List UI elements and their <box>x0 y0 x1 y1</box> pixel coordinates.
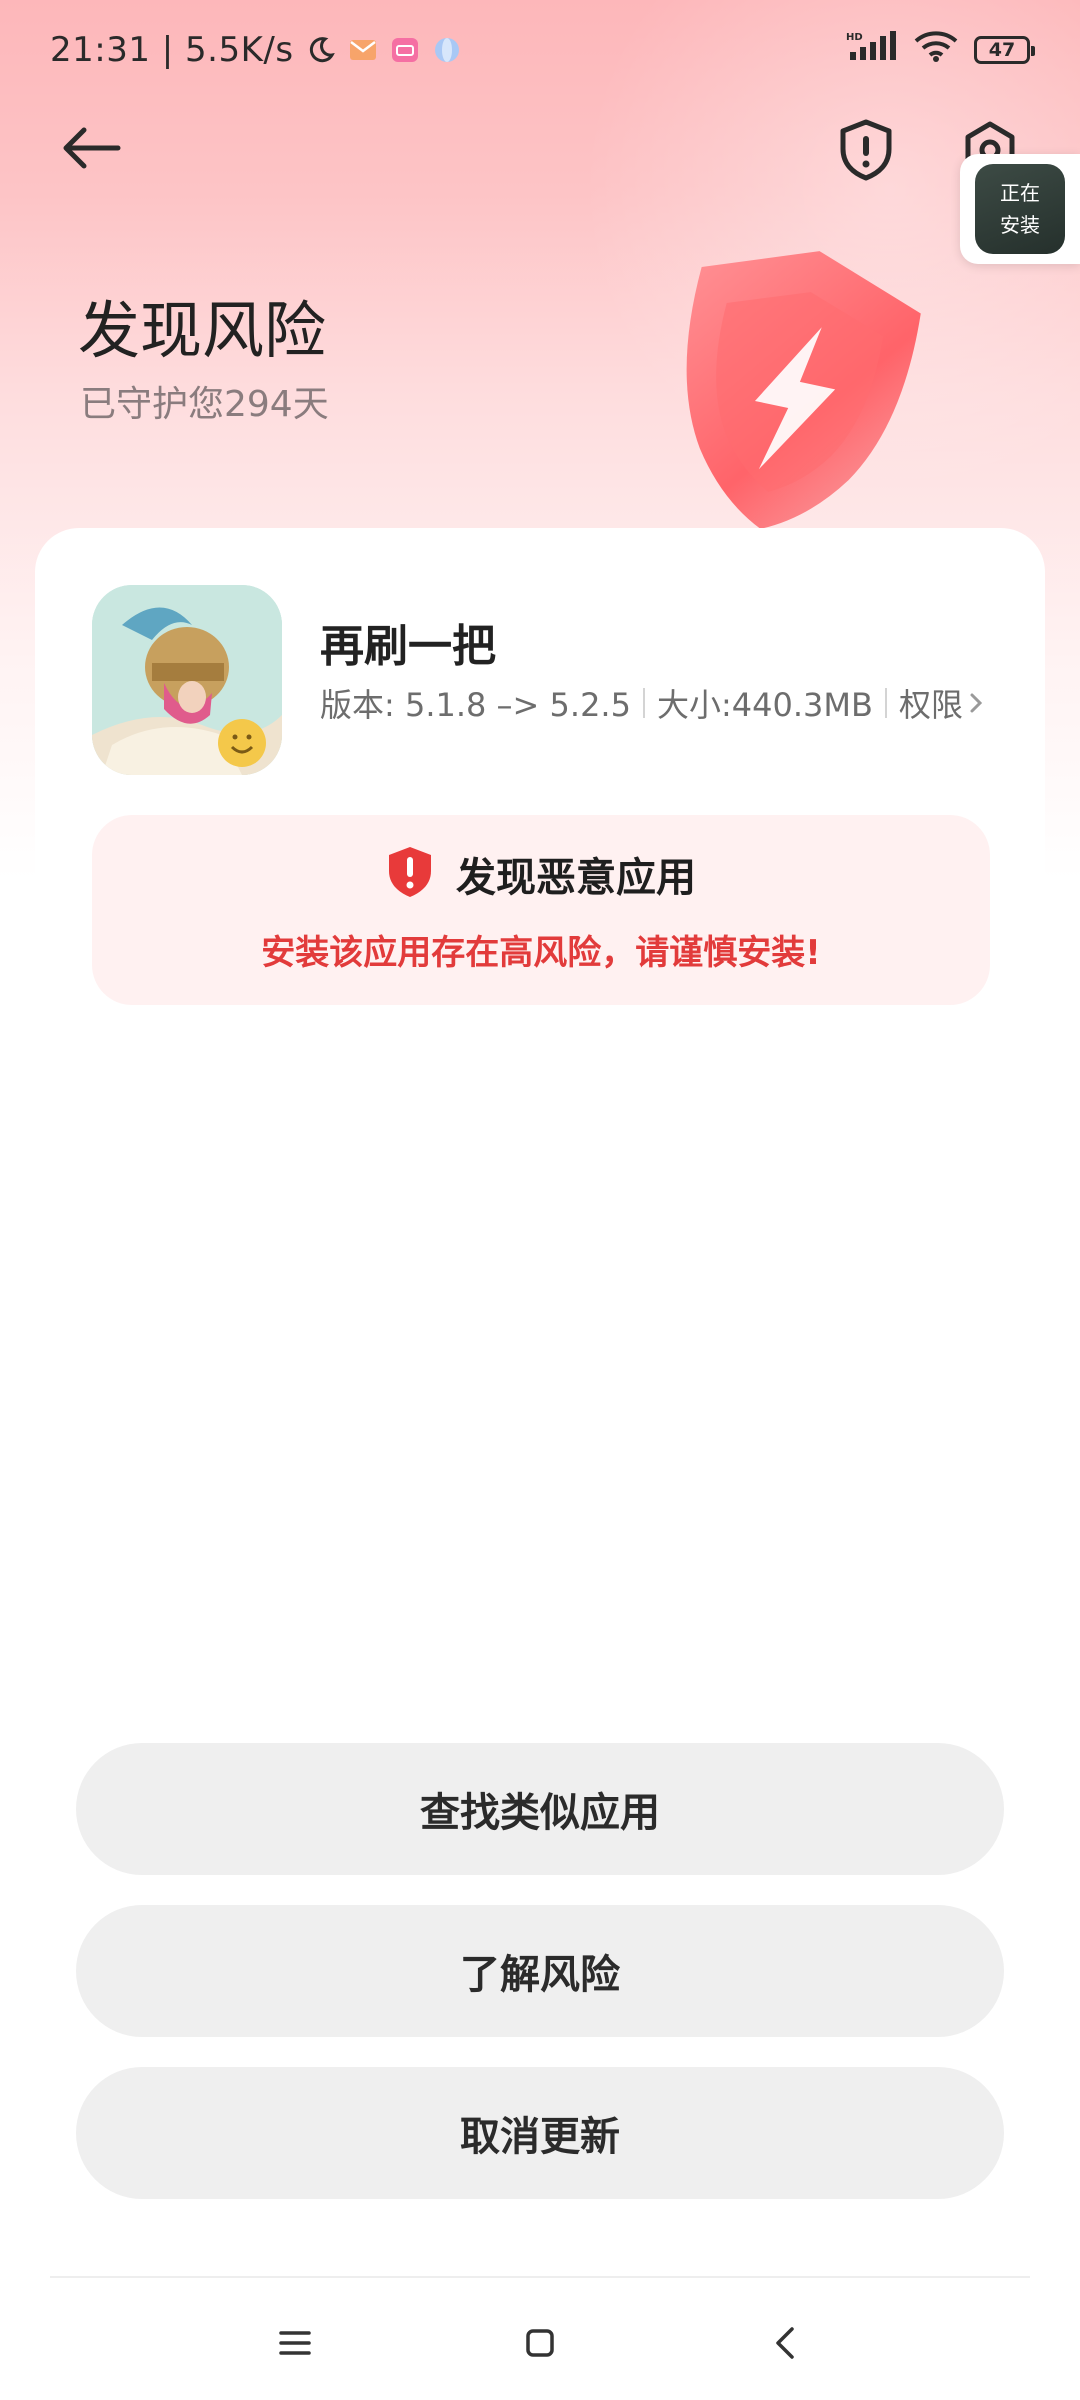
nav-divider <box>50 2276 1030 2278</box>
back-button[interactable] <box>52 115 132 185</box>
back-arrow-icon <box>62 126 122 174</box>
signal-icon: HD <box>846 30 898 71</box>
app-meta: 版本: 5.1.8 –> 5.2.5 大小:440.3MB 权限 <box>320 680 983 726</box>
find-similar-apps-button[interactable]: 查找类似应用 <box>76 1743 1004 1875</box>
app-version: 版本: 5.1.8 –> 5.2.5 <box>320 686 631 724</box>
page-title: 发现风险 <box>78 294 327 367</box>
hero-shield-icon <box>630 230 950 550</box>
status-right: HD 47 <box>846 30 1035 71</box>
home-icon <box>525 2328 555 2362</box>
installing-label-line1: 正在 <box>1000 181 1040 205</box>
security-button[interactable] <box>826 112 906 192</box>
warning-description: 安装该应用存在高风险，请谨慎安装! <box>261 933 821 973</box>
permissions-link[interactable]: 权限 <box>899 680 983 726</box>
app-size: 大小:440.3MB <box>656 686 873 724</box>
app-name: 再刷一把 <box>320 621 496 672</box>
home-button[interactable] <box>515 2320 565 2370</box>
cancel-update-button[interactable]: 取消更新 <box>76 2067 1004 2199</box>
installing-indicator: 正在 安装 <box>975 164 1065 254</box>
menu-icon <box>279 2330 311 2360</box>
status-left: 21:31 | 5.5K/s <box>50 30 462 70</box>
app-icon <box>390 35 420 65</box>
system-back-button[interactable] <box>760 2320 810 2370</box>
status-bar: 21:31 | 5.5K/s HD 47 <box>0 0 1080 100</box>
warning-header: 发现恶意应用 <box>92 845 990 903</box>
recent-apps-button[interactable] <box>270 2320 320 2370</box>
meta-divider <box>642 688 645 718</box>
svg-text:HD: HD <box>846 32 863 43</box>
system-navigation-bar <box>0 2290 1080 2400</box>
protection-days: 已守护您294天 <box>80 384 329 425</box>
battery-icon: 47 <box>974 36 1035 64</box>
moon-icon <box>306 35 336 65</box>
learn-risk-button[interactable]: 了解风险 <box>76 1905 1004 2037</box>
permissions-label: 权限 <box>898 686 963 724</box>
meta-divider <box>884 688 887 718</box>
app-icon-image <box>92 585 282 775</box>
shield-alert-icon <box>839 119 893 185</box>
malware-warning-box: 发现恶意应用 安装该应用存在高风险，请谨慎安装! <box>92 815 990 1005</box>
warning-title: 发现恶意应用 <box>456 855 696 901</box>
installing-floating-badge[interactable]: 正在 安装 <box>960 154 1080 264</box>
chevron-right-icon <box>969 684 983 722</box>
orb-icon <box>432 35 462 65</box>
installing-label-line2: 安装 <box>1000 213 1040 237</box>
mail-icon <box>348 35 378 65</box>
back-chevron-icon <box>774 2326 796 2364</box>
status-time: 21:31 | 5.5K/s <box>50 30 294 70</box>
battery-level: 47 <box>988 39 1016 61</box>
alert-shield-icon <box>386 845 434 903</box>
wifi-icon <box>914 30 958 71</box>
